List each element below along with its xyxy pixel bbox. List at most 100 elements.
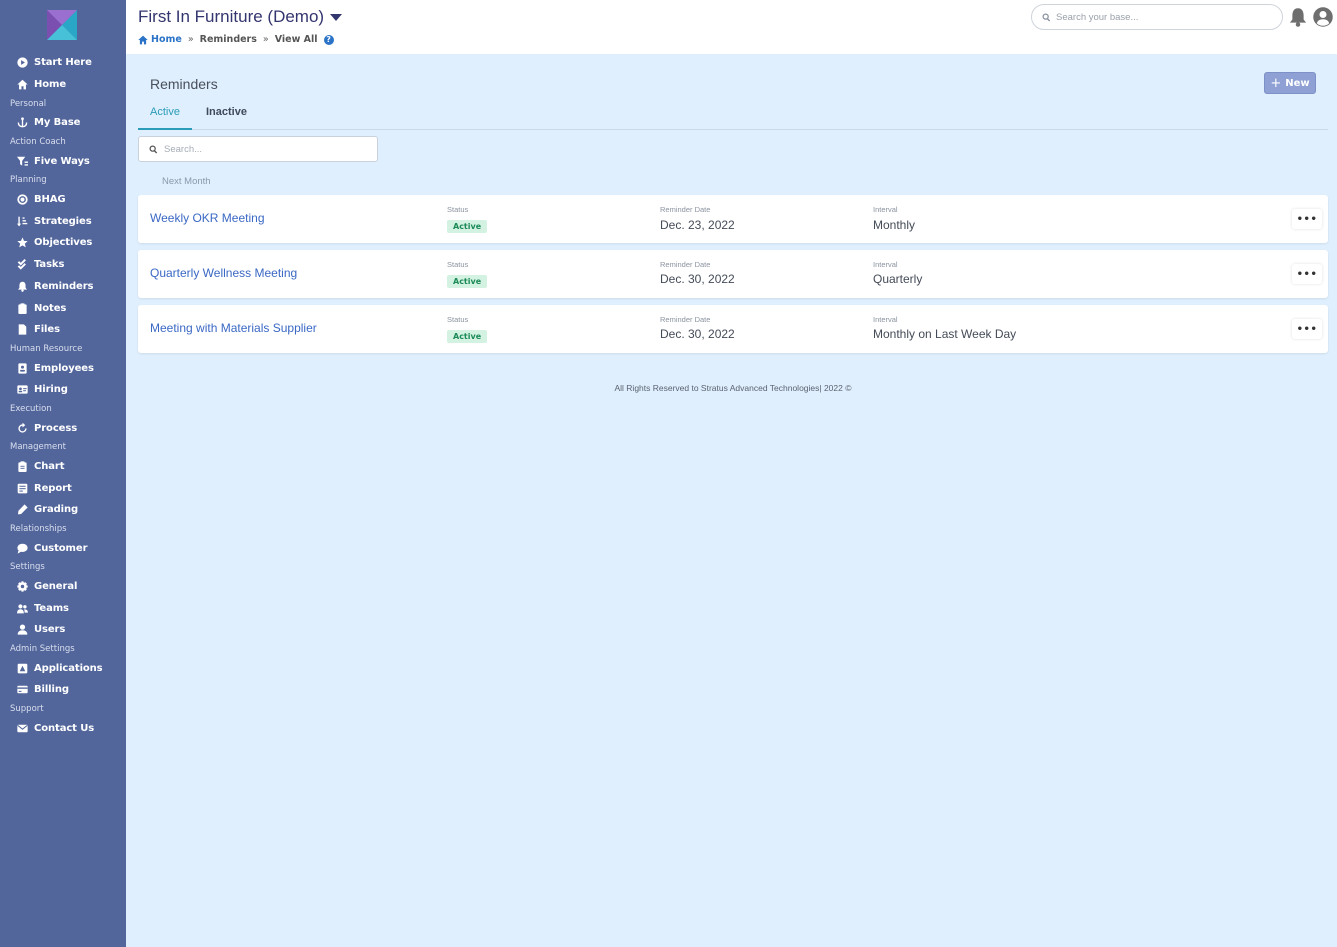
status-badge: Active [447,220,488,233]
sidebar-item-label: Report [34,482,72,494]
sidebar-item-five-ways[interactable]: Five Ways [16,152,90,170]
sidebar-item-notes[interactable]: Notes [16,299,66,317]
sidebar-item-employees[interactable]: Employees [16,359,94,377]
sidebar-item-bhag[interactable]: BHAG [16,190,66,208]
global-search-input[interactable] [1056,11,1266,23]
sidebar-item-tasks[interactable]: Tasks [16,255,64,273]
clipboard-icon [16,302,28,314]
app-icon [16,662,28,674]
sidebar-item-label: Customer [34,542,88,554]
section-label: Management [10,442,66,452]
status-caption: Status [447,260,469,269]
sidebar-item-process[interactable]: Process [16,419,77,437]
home-icon [138,35,148,44]
sidebar-item-label: Home [34,78,67,90]
sidebar-item-home[interactable]: Home [16,75,66,93]
more-options-button[interactable]: ••• [1292,319,1322,339]
notification-bell-icon[interactable] [1288,7,1308,27]
sidebar-item-label: Grading [34,503,79,515]
sidebar-item-label: Contact Us [34,722,95,734]
redo-icon [16,422,28,434]
id-badge-icon [16,362,28,374]
reminder-name-link[interactable]: Weekly OKR Meeting [150,211,265,225]
star-icon [16,236,28,248]
sidebar-item-billing[interactable]: Billing [16,680,69,698]
sidebar-item-chart[interactable]: Chart [16,457,65,475]
reminder-search[interactable] [138,136,378,162]
footer-copyright: All Rights Reserved to Stratus Advanced … [614,383,852,393]
reminder-search-input[interactable] [164,143,364,155]
home-icon [16,78,28,90]
sidebar-item-applications[interactable]: Applications [16,659,103,677]
clipboard-list-icon [16,460,28,472]
status-caption: Status [447,315,469,324]
sidebar-item-grading[interactable]: Grading [16,500,78,518]
credit-card-icon [16,683,28,695]
reminder-date: Dec. 23, 2022 [660,218,735,232]
reminder-name-link[interactable]: Quarterly Wellness Meeting [150,266,297,280]
status-badge: Active [447,275,488,288]
workspace-title[interactable]: First In Furniture (Demo) [138,7,343,27]
breadcrumb-current: View All [274,34,318,45]
breadcrumb-reminders[interactable]: Reminders [200,34,257,45]
sidebar-item-general[interactable]: General [16,577,77,595]
app-logo[interactable] [47,10,77,40]
users-icon [16,602,28,614]
comment-icon [16,542,28,554]
sidebar-item-label: Strategies [34,215,92,227]
status-tabs: Active Inactive [138,100,1328,130]
interval-caption: Interval [873,315,898,324]
file-icon [16,323,28,335]
sidebar-item-label: BHAG [34,193,66,205]
global-search[interactable] [1031,4,1283,30]
anchor-icon [16,116,28,128]
sidebar-item-users[interactable]: Users [16,620,65,638]
sidebar-item-objectives[interactable]: Objectives [16,233,92,251]
date-caption: Reminder Date [660,260,711,269]
sidebar-item-strategies[interactable]: Strategies [16,212,92,230]
envelope-icon [16,722,28,734]
reminder-name-link[interactable]: Meeting with Materials Supplier [150,321,317,335]
search-icon [149,145,158,154]
sidebar-item-teams[interactable]: Teams [16,599,69,617]
sidebar-item-contact-us[interactable]: Contact Us [16,719,94,737]
sidebar-item-start-here[interactable]: Start Here [16,53,92,71]
cog-icon [16,580,28,592]
breadcrumb-home[interactable]: Home [138,34,182,45]
new-button-label: New [1285,77,1310,89]
user-icon [16,623,28,635]
tab-inactive[interactable]: Inactive [206,106,247,126]
help-icon[interactable]: ? [323,34,334,45]
section-label: Planning [10,175,47,185]
sidebar-item-report[interactable]: Report [16,479,72,497]
sidebar: Start Here Home Personal My Base Action … [0,0,126,947]
filter-icon [16,155,28,167]
caret-down-icon[interactable] [330,13,343,21]
sidebar-item-label: General [34,580,78,592]
breadcrumb-home-label: Home [151,34,182,45]
bell-icon [16,280,28,292]
sidebar-item-my-base[interactable]: My Base [16,113,80,131]
new-reminder-button[interactable]: + New [1264,72,1316,94]
sidebar-item-label: Hiring [34,383,68,395]
sidebar-item-label: Employees [34,362,94,374]
more-options-button[interactable]: ••• [1292,264,1322,284]
breadcrumb-separator: » [262,34,269,45]
user-avatar-icon[interactable] [1313,7,1333,27]
more-options-button[interactable]: ••• [1292,209,1322,229]
play-circle-icon [16,56,28,68]
sidebar-item-reminders[interactable]: Reminders [16,277,93,295]
sidebar-item-label: Applications [34,662,103,674]
status-badge: Active [447,330,488,343]
sidebar-item-files[interactable]: Files [16,320,60,338]
report-icon [16,482,28,494]
status-caption: Status [447,205,469,214]
sidebar-item-label: Five Ways [34,155,90,167]
sidebar-item-label: Teams [34,602,69,614]
sidebar-item-label: Billing [34,683,69,695]
section-label: Personal [10,99,47,109]
tab-active[interactable]: Active [138,106,192,130]
sidebar-item-hiring[interactable]: Hiring [16,380,68,398]
reminder-interval: Monthly on Last Week Day [873,327,1017,341]
sidebar-item-customer[interactable]: Customer [16,539,88,557]
